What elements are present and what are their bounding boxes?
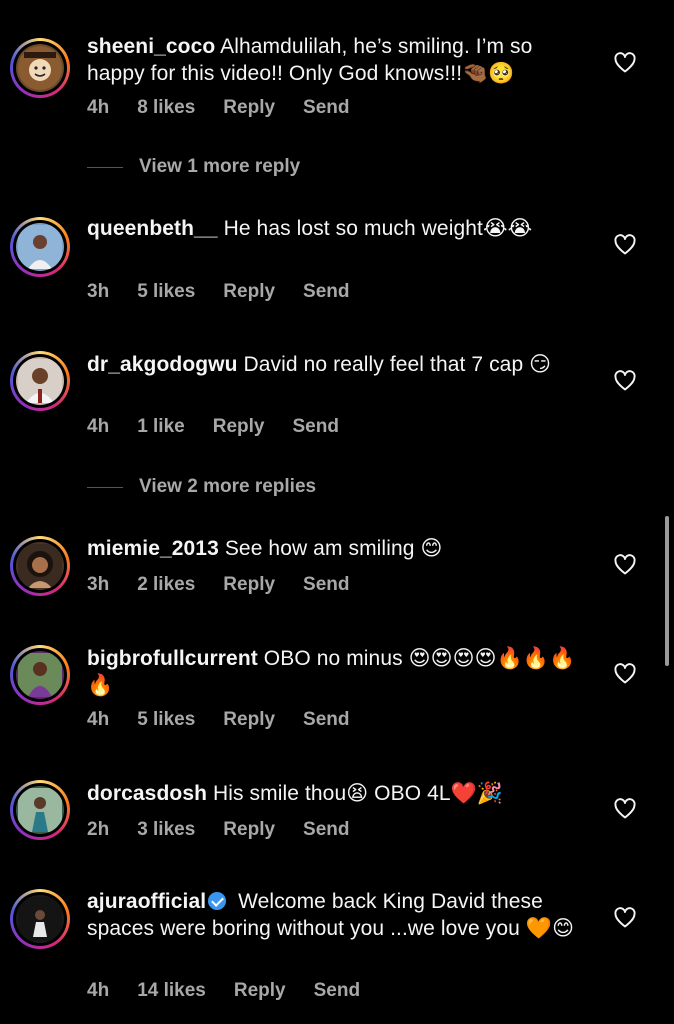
send-button[interactable]: Send: [303, 281, 349, 303]
heart-icon[interactable]: [613, 369, 637, 393]
send-button[interactable]: Send: [303, 709, 349, 731]
comment-meta: 4h 14 likes Reply Send: [87, 980, 388, 1002]
comment-time: 4h: [87, 980, 110, 1001]
comment-time: 3h: [87, 574, 110, 595]
avatar[interactable]: [10, 536, 70, 596]
send-button[interactable]: Send: [303, 97, 349, 119]
heart-icon[interactable]: [613, 51, 637, 75]
comment-meta: 2h 3 likes Reply Send: [87, 819, 378, 841]
comment-time: 4h: [87, 709, 110, 730]
person-avatar-icon: [16, 786, 64, 834]
comment-text-block: miemie_2013 See how am smiling 😊: [87, 535, 587, 562]
avatar[interactable]: [10, 38, 70, 98]
heart-icon[interactable]: [613, 553, 637, 577]
comment-meta: 4h 8 likes Reply Send: [87, 97, 378, 119]
divider-line: [87, 486, 123, 488]
comment-likes[interactable]: 14 likes: [137, 980, 206, 1002]
send-button[interactable]: Send: [303, 819, 349, 841]
reply-button[interactable]: Reply: [223, 97, 275, 119]
comment-time: 2h: [87, 819, 110, 840]
verified-badge-icon: [208, 892, 227, 910]
person-avatar-icon: [16, 357, 64, 405]
avatar[interactable]: [10, 780, 70, 840]
comment-time: 4h: [87, 416, 110, 437]
comment-likes[interactable]: 3 likes: [137, 819, 195, 841]
reply-button[interactable]: Reply: [223, 574, 275, 596]
comment-time: 4h: [87, 97, 110, 118]
reply-button[interactable]: Reply: [234, 980, 286, 1002]
comment-likes[interactable]: 8 likes: [137, 97, 195, 119]
comment-body: His smile thou😫 OBO 4L❤️🎉: [212, 782, 504, 805]
comment-text-block: dorcasdosh His smile thou😫 OBO 4L❤️🎉: [87, 780, 587, 807]
comment-body: He has lost so much weight😭😭: [223, 217, 533, 240]
comment-meta: 4h 5 likes Reply Send: [87, 709, 378, 731]
divider-line: [87, 166, 123, 168]
reply-button[interactable]: Reply: [223, 281, 275, 303]
comment-body: See how am smiling 😊: [224, 537, 443, 560]
comment-meta: 3h 5 likes Reply Send: [87, 281, 378, 303]
avatar[interactable]: [10, 889, 70, 949]
view-more-replies-button[interactable]: View 1 more reply: [87, 156, 300, 178]
comment-username[interactable]: sheeni_coco: [87, 35, 215, 58]
comment-text-block: dr_akgodogwu David no really feel that 7…: [87, 351, 587, 378]
heart-icon[interactable]: [613, 906, 637, 930]
comment-meta: 4h 1 like Reply Send: [87, 416, 367, 438]
heart-icon[interactable]: [613, 662, 637, 686]
comment-text-block: queenbeth__ He has lost so much weight😭😭: [87, 215, 587, 242]
comment-username[interactable]: miemie_2013: [87, 537, 219, 560]
person-avatar-icon: [16, 542, 64, 590]
view-more-label: View 2 more replies: [139, 476, 317, 497]
comment-username[interactable]: ajuraofficial: [87, 890, 206, 913]
comment-text-block: bigbrofullcurrent OBO no minus 😍😍😍😍🔥🔥🔥🔥: [87, 645, 587, 699]
cartoon-avatar-icon: [16, 44, 64, 92]
comment-username[interactable]: bigbrofullcurrent: [87, 647, 258, 670]
heart-icon[interactable]: [613, 797, 637, 821]
comment-username[interactable]: dorcasdosh: [87, 782, 207, 805]
comment-time: 3h: [87, 281, 110, 302]
avatar[interactable]: [10, 645, 70, 705]
comment-username[interactable]: dr_akgodogwu: [87, 353, 238, 376]
comment-likes[interactable]: 5 likes: [137, 281, 195, 303]
view-more-replies-button[interactable]: View 2 more replies: [87, 476, 316, 498]
reply-button[interactable]: Reply: [213, 416, 265, 438]
view-more-label: View 1 more reply: [139, 156, 301, 177]
comment-text-block: ajuraofficial Welcome back King David th…: [87, 888, 587, 942]
reply-button[interactable]: Reply: [223, 819, 275, 841]
person-avatar-icon: [16, 895, 64, 943]
comment-meta: 3h 2 likes Reply Send: [87, 574, 378, 596]
comment-text-block: sheeni_coco Alhamdulilah, he’s smiling. …: [87, 33, 587, 87]
comment-likes[interactable]: 2 likes: [137, 574, 195, 596]
comment-likes[interactable]: 1 like: [137, 416, 185, 438]
person-avatar-icon: [16, 651, 64, 699]
scrollbar[interactable]: [665, 516, 669, 666]
send-button[interactable]: Send: [292, 416, 338, 438]
comment-body: David no really feel that 7 cap 😏: [243, 353, 552, 376]
avatar[interactable]: [10, 217, 70, 277]
send-button[interactable]: Send: [314, 980, 360, 1002]
heart-icon[interactable]: [613, 233, 637, 257]
send-button[interactable]: Send: [303, 574, 349, 596]
comment-username[interactable]: queenbeth__: [87, 217, 218, 240]
reply-button[interactable]: Reply: [223, 709, 275, 731]
comment-likes[interactable]: 5 likes: [137, 709, 195, 731]
avatar[interactable]: [10, 351, 70, 411]
person-avatar-icon: [16, 223, 64, 271]
